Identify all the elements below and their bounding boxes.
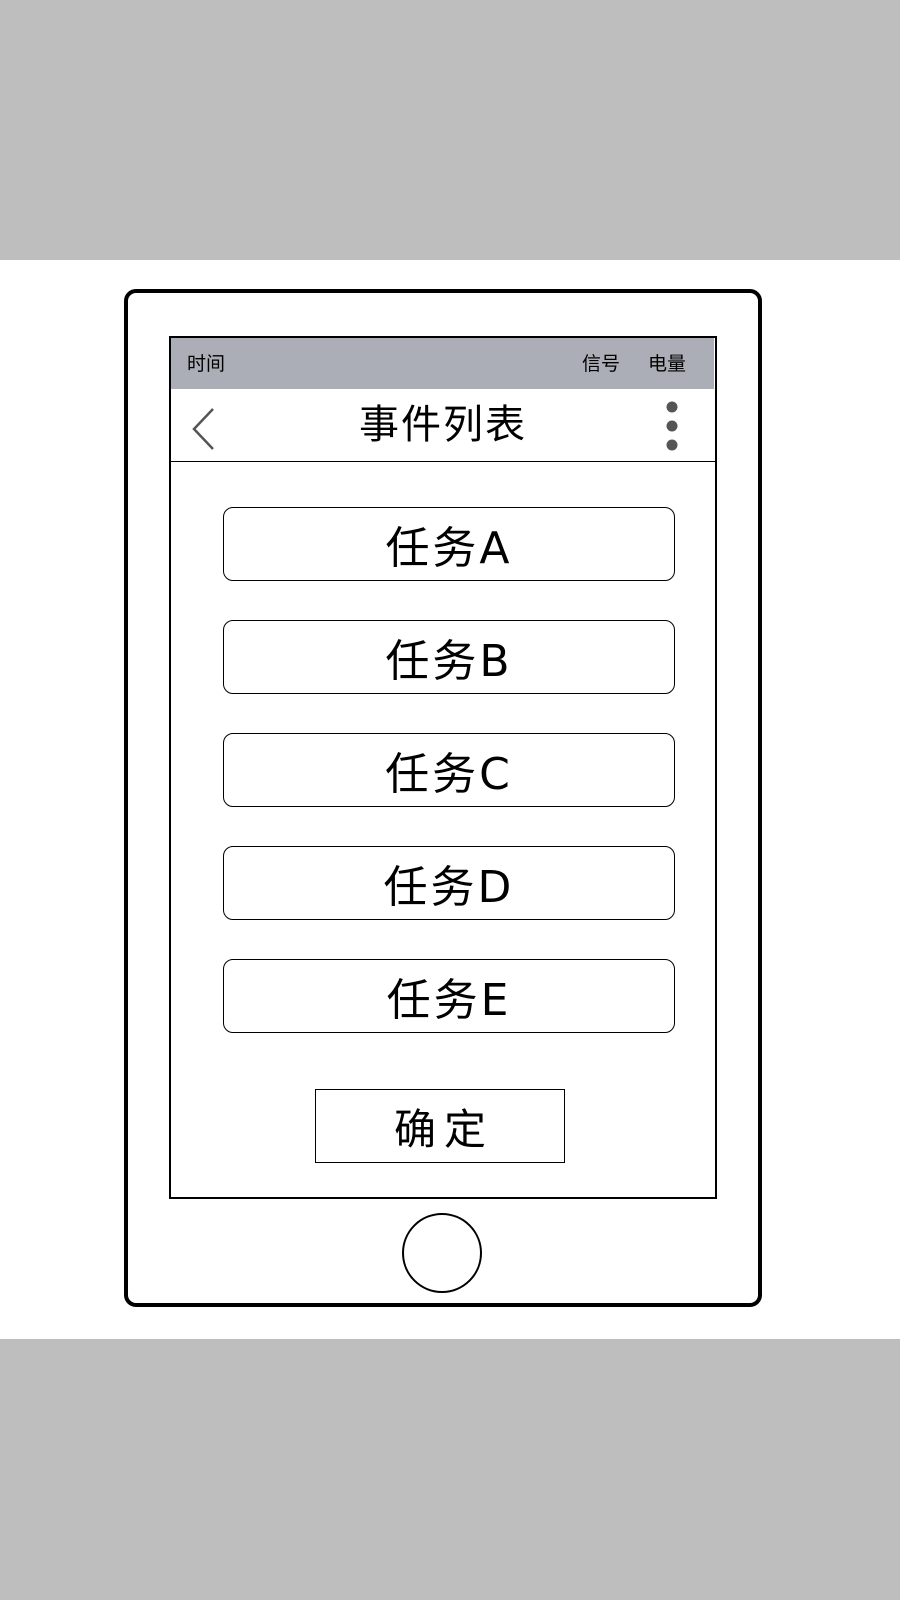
task-list: 任务A 任务B 任务C 任务D 任务E [223,507,675,1072]
task-item-c[interactable]: 任务C [223,733,675,807]
status-signal: 信号 [582,353,621,375]
status-bar: 时间 信号 电量 [171,338,714,389]
task-item-d[interactable]: 任务D [223,846,675,920]
task-item-a[interactable]: 任务A [223,507,675,581]
task-item-b[interactable]: 任务B [223,620,675,694]
status-battery: 电量 [648,353,687,375]
nav-bar: 事件列表 [171,389,715,462]
task-item-e[interactable]: 任务E [223,959,675,1033]
page-title: 事件列表 [359,402,527,448]
confirm-button[interactable]: 确定 [315,1089,565,1163]
chevron-left-icon[interactable] [191,407,217,451]
status-time: 时间 [187,353,226,375]
phone-screen: 时间 信号 电量 事件列表 任务A 任务B 任务C 任务D 任务E 确定 [169,336,717,1199]
home-button[interactable] [402,1213,482,1293]
vertical-dots-icon[interactable] [663,399,681,455]
